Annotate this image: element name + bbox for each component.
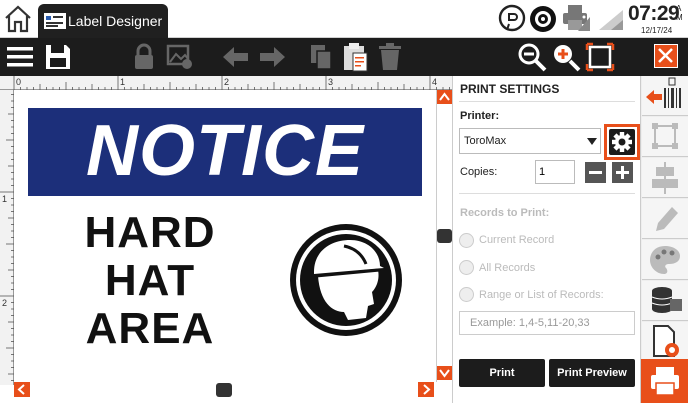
vertical-scroll-thumb[interactable]	[437, 229, 452, 243]
copy-icon[interactable]	[306, 41, 338, 73]
horizontal-scroll-thumb[interactable]	[216, 383, 232, 397]
palette-icon	[650, 246, 680, 274]
save-icon[interactable]	[42, 41, 74, 73]
image-icon[interactable]	[164, 41, 196, 73]
notice-banner[interactable]: NOTICE	[28, 108, 422, 196]
radio-current-record[interactable]	[459, 233, 474, 248]
ruler-label: 0	[16, 77, 21, 87]
printer-select[interactable]: ToroMax	[459, 128, 601, 154]
label-designer-icon	[44, 13, 66, 29]
clock-ampm: AM	[676, 4, 683, 22]
printer-status-icon[interactable]	[560, 3, 592, 38]
range-records-label: Range or List of Records:	[479, 289, 604, 301]
ruler-top: 0 1 2 3 4	[0, 76, 452, 90]
undo-icon[interactable]	[220, 41, 252, 73]
scroll-up-icon[interactable]	[437, 90, 452, 104]
close-icon[interactable]	[654, 44, 678, 68]
chevron-down-icon	[587, 138, 597, 145]
align-icon	[652, 162, 678, 194]
divider	[459, 101, 635, 102]
horizontal-scrollbar[interactable]	[14, 382, 436, 398]
printer-settings-button[interactable]	[604, 124, 640, 160]
hard-hat-icon[interactable]	[288, 222, 404, 338]
fit-to-screen-icon[interactable]	[584, 41, 616, 73]
radio-all-records[interactable]	[459, 260, 474, 275]
ruler-label: 2	[2, 298, 7, 308]
menu-icon[interactable]	[4, 41, 36, 73]
scroll-left-icon[interactable]	[14, 382, 30, 397]
sidebar-item-file-settings[interactable]	[642, 322, 688, 362]
wifi-icon[interactable]	[597, 6, 625, 37]
ruler-label: 3	[328, 77, 333, 87]
printer-icon	[651, 367, 679, 396]
home-icon[interactable]	[2, 3, 34, 35]
current-record-label: Current Record	[479, 234, 555, 246]
divider	[459, 193, 635, 194]
print-preview-button[interactable]: Print Preview	[549, 359, 635, 387]
ruler-label: 1	[120, 77, 125, 87]
database-icon	[651, 287, 682, 313]
ribbon-status-icon[interactable]	[528, 4, 558, 39]
scroll-right-icon[interactable]	[418, 382, 434, 397]
toolbar	[0, 38, 688, 76]
right-sidebar	[640, 76, 688, 403]
notice-text: NOTICE	[85, 111, 364, 191]
clock: 07:29 AM 12/17/24	[628, 2, 688, 36]
hard-text[interactable]: HARD	[70, 208, 230, 258]
vertical-scrollbar[interactable]	[436, 90, 452, 382]
speech-status-icon[interactable]	[497, 4, 527, 39]
copies-label: Copies:	[460, 166, 498, 178]
hat-text[interactable]: HAT	[70, 256, 230, 306]
print-button[interactable]: Print	[459, 359, 545, 387]
tab-label-designer[interactable]: Label Designer	[38, 4, 168, 38]
shape-icon	[652, 123, 678, 149]
file-gear-icon	[653, 325, 679, 357]
printer-label: Printer:	[460, 110, 500, 122]
ruler-label: 2	[224, 77, 229, 87]
zoom-in-icon[interactable]	[550, 41, 582, 73]
barcode-icon	[646, 77, 681, 108]
minus-icon	[589, 171, 602, 174]
sidebar-item-edit[interactable]	[642, 199, 688, 239]
tab-title: Label Designer	[68, 13, 163, 29]
sidebar-item-shape[interactable]	[642, 117, 688, 157]
sidebar-item-align[interactable]	[642, 158, 688, 198]
printer-value: ToroMax	[464, 135, 507, 147]
pencil-icon	[656, 207, 678, 231]
panel-title: PRINT SETTINGS	[460, 82, 560, 96]
sidebar-item-barcode[interactable]	[642, 76, 688, 116]
gear-icon	[609, 129, 635, 155]
sidebar-item-color[interactable]	[642, 240, 688, 280]
zoom-out-icon[interactable]	[516, 41, 548, 73]
area-text[interactable]: AREA	[70, 304, 230, 354]
print-settings-panel: PRINT SETTINGS Printer: ToroMax Copies: …	[452, 76, 640, 403]
clock-time: 07:29	[628, 2, 680, 25]
ruler-label: 1	[2, 194, 7, 204]
plus-icon	[616, 166, 629, 179]
scroll-down-icon[interactable]	[437, 366, 452, 380]
decrement-button[interactable]	[585, 162, 606, 183]
paste-icon[interactable]	[340, 41, 372, 73]
range-input[interactable]: Example: 1,4-5,11-20,33	[459, 311, 635, 335]
sidebar-item-print[interactable]	[641, 359, 688, 403]
copies-value: 1	[539, 166, 546, 178]
ruler-label: 4	[432, 77, 437, 87]
records-label: Records to Print:	[460, 207, 550, 219]
clock-date: 12/17/24	[641, 26, 673, 35]
all-records-label: All Records	[479, 262, 536, 274]
sidebar-item-database[interactable]	[642, 281, 688, 321]
delete-icon[interactable]	[374, 41, 406, 73]
radio-range-records[interactable]	[459, 287, 474, 302]
redo-icon[interactable]	[256, 41, 288, 73]
range-placeholder: Example: 1,4-5,11-20,33	[470, 317, 590, 329]
ruler-left: 12	[0, 90, 14, 385]
increment-button[interactable]	[612, 162, 633, 183]
copies-field[interactable]: 1	[535, 160, 575, 184]
top-bar: Label Designer 07:29 AM 12/17/24	[0, 0, 688, 38]
lock-icon[interactable]	[128, 41, 160, 73]
